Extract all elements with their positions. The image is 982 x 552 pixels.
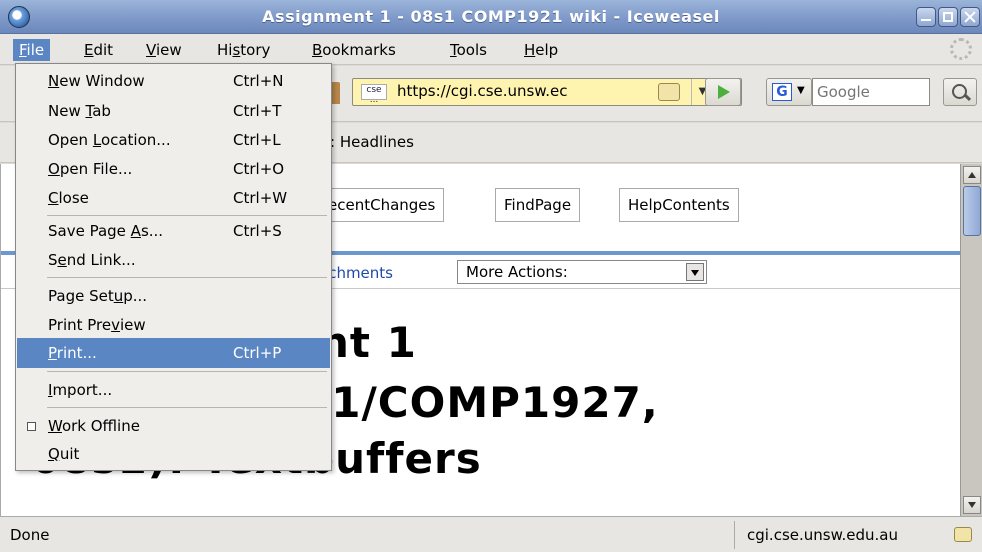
menu-item-open-location[interactable]: Open Location... Ctrl+L	[17, 125, 330, 155]
menu-item-work-offline[interactable]: Work Offline	[17, 411, 330, 441]
menu-tools[interactable]: Tools	[444, 39, 493, 61]
menu-item-print[interactable]: Print... Ctrl+P	[17, 338, 330, 368]
google-icon: G	[772, 83, 792, 101]
page-title-line-2: 21/COMP1927,	[301, 378, 659, 427]
menu-file[interactable]: File	[13, 39, 51, 61]
close-icon[interactable]	[960, 7, 980, 27]
menu-item-quit[interactable]: Quit	[17, 439, 330, 469]
menu-separator	[47, 407, 327, 408]
menu-item-print-preview[interactable]: Print Preview	[17, 310, 330, 340]
tab-recent-changes[interactable]: ecentChanges	[319, 188, 445, 222]
more-actions-select[interactable]: More Actions:	[457, 260, 707, 284]
checkbox-icon[interactable]	[27, 422, 36, 431]
vertical-scrollbar[interactable]	[960, 164, 982, 516]
search-icon[interactable]	[943, 78, 977, 106]
menu-separator	[47, 277, 327, 278]
url-bar[interactable]: cse ... https://cgi.cse.unsw.ec ▼	[352, 78, 742, 106]
menu-bookmarks[interactable]: Bookmarks	[306, 39, 402, 61]
scroll-up-icon[interactable]	[963, 166, 981, 184]
file-menu: New Window Ctrl+N New Tab Ctrl+T Open Loca…	[15, 63, 332, 471]
status-text: Done	[10, 526, 50, 544]
menu-view[interactable]: View	[140, 39, 188, 61]
menu-item-save-page-as[interactable]: Save Page As... Ctrl+S	[17, 216, 330, 246]
bookmark-headlines[interactable]: : Headlines	[330, 133, 414, 151]
minimize-icon[interactable]	[916, 7, 936, 27]
page-title-line-1: nt 1	[319, 318, 417, 367]
url-text[interactable]: https://cgi.cse.unsw.ec	[397, 82, 652, 100]
search-field[interactable]	[812, 78, 930, 106]
menu-item-new-tab[interactable]: New Tab Ctrl+T	[17, 96, 330, 126]
scrollbar-thumb[interactable]	[963, 186, 981, 236]
menu-item-import[interactable]: Import...	[17, 375, 330, 405]
menu-separator	[47, 371, 327, 372]
status-host: cgi.cse.unsw.edu.au	[734, 521, 954, 549]
tab-find-page[interactable]: FindPage	[495, 188, 581, 222]
menu-history[interactable]: History	[211, 39, 276, 61]
throbber-icon	[950, 38, 972, 60]
status-bar: Done cgi.cse.unsw.edu.au	[0, 516, 982, 552]
site-favicon-icon: cse ...	[361, 84, 387, 105]
menu-bar: File Edit View History Bookmarks Tools H…	[0, 34, 982, 65]
menu-help[interactable]: Help	[518, 39, 564, 61]
chevron-down-icon[interactable]	[686, 263, 704, 281]
scroll-down-icon[interactable]	[963, 496, 981, 514]
menu-item-send-link[interactable]: Send Link...	[17, 245, 330, 275]
menu-item-close[interactable]: Close Ctrl+W	[17, 183, 330, 213]
window-title: Assignment 1 - 08s1 COMP1921 wiki - Icew…	[262, 7, 720, 26]
menu-item-open-file[interactable]: Open File... Ctrl+O	[17, 154, 330, 184]
search-input[interactable]	[813, 79, 923, 105]
tab-help-contents[interactable]: HelpContents	[619, 188, 739, 222]
search-engine-button[interactable]: G ▼	[766, 78, 812, 106]
lock-icon[interactable]	[658, 83, 680, 101]
maximize-icon[interactable]	[938, 7, 958, 27]
lock-icon[interactable]	[954, 527, 972, 542]
menu-item-new-window[interactable]: New Window Ctrl+N	[17, 66, 330, 96]
go-button[interactable]	[705, 78, 741, 106]
menu-edit[interactable]: Edit	[78, 39, 119, 61]
menu-item-page-setup[interactable]: Page Setup...	[17, 281, 330, 311]
title-bar: Assignment 1 - 08s1 COMP1921 wiki - Icew…	[0, 0, 982, 34]
chevron-down-icon: ▼	[797, 85, 805, 96]
